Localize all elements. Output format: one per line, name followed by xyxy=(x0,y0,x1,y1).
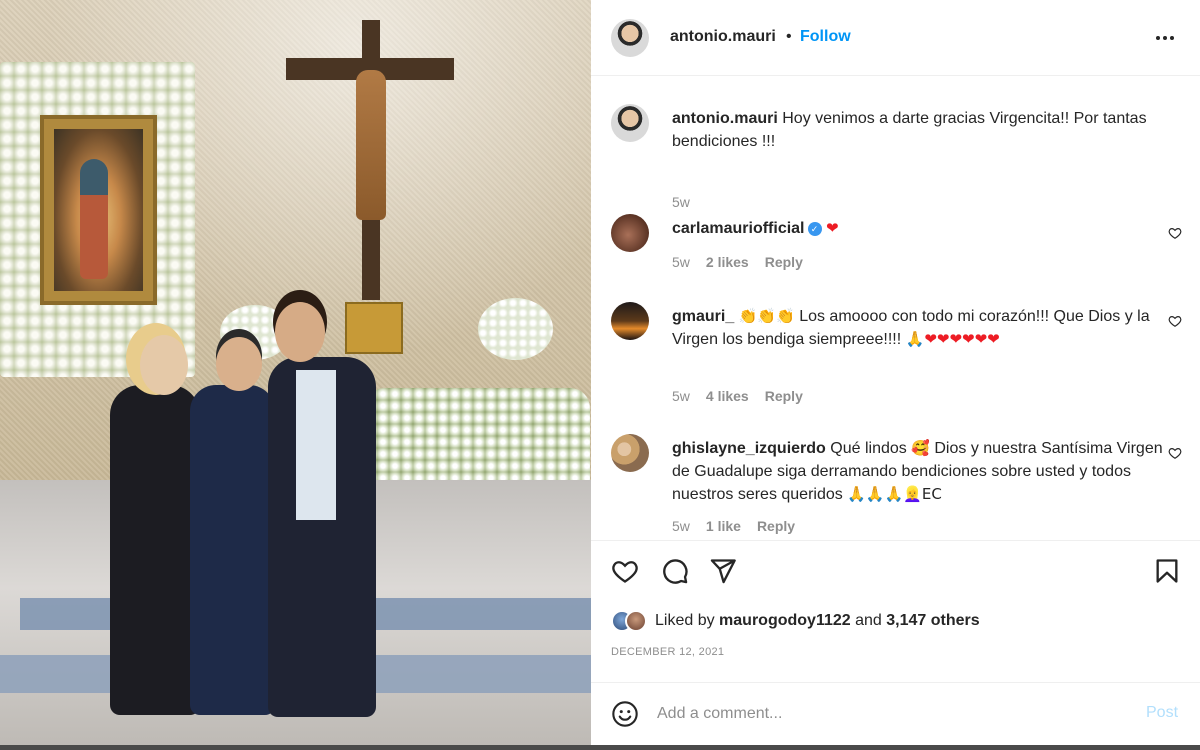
comment-username[interactable]: carlamauriofficial xyxy=(672,220,805,237)
flower-arrangement xyxy=(478,298,553,360)
caption-time[interactable]: 5w xyxy=(672,194,690,210)
heart-emoji: 🙏❤❤❤❤❤❤ xyxy=(905,330,1000,348)
comment-time[interactable]: 5w xyxy=(672,518,690,534)
person-woman-head xyxy=(140,335,188,395)
comment-time[interactable]: 5w xyxy=(672,388,690,404)
reply-button[interactable]: Reply xyxy=(757,518,795,534)
comment-likes[interactable]: 1 like xyxy=(706,518,741,534)
window-bottom-edge xyxy=(0,745,1200,750)
send-icon[interactable] xyxy=(709,557,737,585)
avatar[interactable] xyxy=(625,610,647,632)
heart-icon[interactable] xyxy=(611,557,639,585)
pray-emoji: 🙏🙏🙏👱‍♀️EC xyxy=(847,485,942,503)
reply-button[interactable]: Reply xyxy=(765,388,803,404)
tabernacle xyxy=(345,302,403,354)
clap-emoji: 👏👏👏 xyxy=(738,307,795,325)
more-options-icon[interactable] xyxy=(1151,24,1179,52)
comment-icon[interactable] xyxy=(661,557,689,585)
smiley-icon[interactable] xyxy=(611,700,639,728)
comment-text: ❤ xyxy=(825,219,839,237)
person-man-center-head xyxy=(216,337,262,391)
comment-likes[interactable]: 2 likes xyxy=(706,254,749,270)
add-comment-bar: Post xyxy=(591,682,1200,746)
separator-dot: • xyxy=(786,28,792,45)
liked-by-label: Liked by xyxy=(655,612,715,629)
likes-others[interactable]: 3,147 others xyxy=(886,612,979,629)
smiling-hearts-emoji: 🥰 xyxy=(911,439,930,457)
person-man-center xyxy=(190,385,275,715)
comment-username[interactable]: ghislayne_izquierdo xyxy=(672,440,826,457)
verified-badge-icon: ✓ xyxy=(807,222,822,236)
follow-button[interactable]: Follow xyxy=(800,28,851,46)
post-date[interactable]: DECEMBER 12, 2021 xyxy=(611,646,724,658)
avatar[interactable] xyxy=(611,19,649,57)
avatar[interactable] xyxy=(611,104,649,142)
likes-summary: Liked by maurogodoy1122 and 3,147 others xyxy=(611,608,980,634)
liked-by-user[interactable]: maurogodoy1122 xyxy=(719,612,851,629)
caption-meta: 5w xyxy=(672,194,690,210)
comment-time[interactable]: 5w xyxy=(672,254,690,270)
comment-like-icon[interactable] xyxy=(1168,446,1182,460)
bookmark-icon[interactable] xyxy=(1153,557,1181,585)
likes-and: and xyxy=(855,612,882,629)
person-woman xyxy=(110,385,200,715)
comment-username[interactable]: gmauri_ xyxy=(672,308,734,325)
virgin-painting xyxy=(40,115,157,305)
comment-likes[interactable]: 4 likes xyxy=(706,388,749,404)
comment-like-icon[interactable] xyxy=(1168,314,1182,328)
comment-text: Qué lindos xyxy=(830,440,907,457)
post-username[interactable]: antonio.mauri xyxy=(670,28,776,46)
avatar[interactable] xyxy=(611,214,649,252)
post-sidebar: antonio.mauri • Follow antonio.mauri Hoy… xyxy=(591,0,1200,745)
comment-input[interactable] xyxy=(657,701,1127,727)
comment-like-icon[interactable] xyxy=(1168,226,1182,240)
comments-list[interactable]: antonio.mauri Hoy venimos a darte gracia… xyxy=(591,77,1200,539)
avatar[interactable] xyxy=(611,302,649,340)
caption-username[interactable]: antonio.mauri xyxy=(672,110,778,127)
crucifix-figure xyxy=(356,70,386,220)
avatar[interactable] xyxy=(611,434,649,472)
post-comment-button[interactable]: Post xyxy=(1146,704,1178,722)
person-young-man-shirt xyxy=(296,370,336,520)
post-photo[interactable] xyxy=(0,0,591,745)
post-header: antonio.mauri • Follow xyxy=(591,0,1200,76)
post-actions: Liked by maurogodoy1122 and 3,147 others… xyxy=(591,540,1200,745)
person-young-man-head xyxy=(275,302,325,362)
reply-button[interactable]: Reply xyxy=(765,254,803,270)
